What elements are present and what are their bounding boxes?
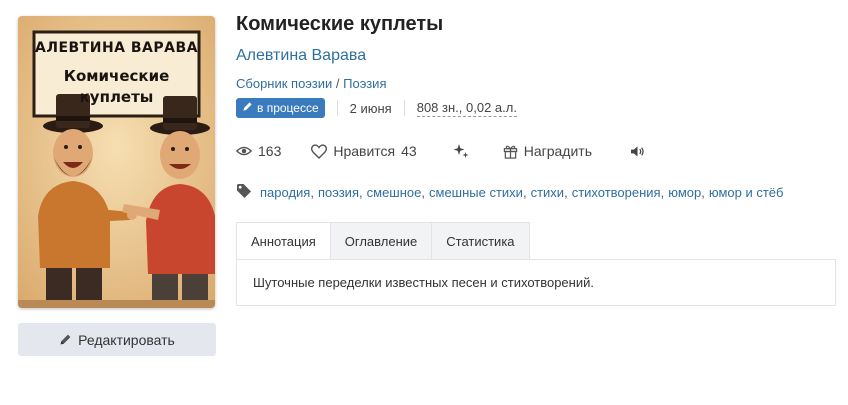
book-title: Комические куплеты xyxy=(236,13,444,35)
speaker-icon xyxy=(630,145,645,158)
like-label: Нравится xyxy=(333,143,396,159)
edit-button[interactable]: Редактировать xyxy=(18,323,216,356)
tag-list: пародия, поэзия, смешное, смешные стихи,… xyxy=(260,185,783,200)
tab-annotation[interactable]: Аннотация xyxy=(236,222,331,260)
reward-button[interactable]: Наградить xyxy=(503,143,592,159)
book-tabs: Аннотация Оглавление Статистика xyxy=(236,222,530,260)
tag-link[interactable]: юмор xyxy=(668,185,701,200)
likes-count: 43 xyxy=(401,143,417,159)
tag-comma: , xyxy=(522,184,527,200)
meta-divider xyxy=(403,100,405,116)
tab-contents[interactable]: Оглавление xyxy=(330,222,433,260)
genre-prefix-link[interactable]: Сборник поэзии xyxy=(236,76,332,91)
genre-link[interactable]: Поэзия xyxy=(343,76,386,91)
tag-link[interactable]: поэзия xyxy=(318,185,359,200)
annotation-panel: Шуточные переделки известных песен и сти… xyxy=(236,259,836,306)
tag-link[interactable]: юмор и стёб xyxy=(709,185,784,200)
gift-icon xyxy=(503,144,518,159)
views-stat: 163 xyxy=(236,143,281,159)
heart-icon xyxy=(311,143,328,159)
cover-illustration xyxy=(18,16,215,308)
book-size[interactable]: 808 зн., 0,02 а.л. xyxy=(416,100,517,117)
annotation-text: Шуточные переделки известных песен и сти… xyxy=(253,275,594,290)
tag-comma: , xyxy=(421,184,425,200)
cover-title-line-2: куплеты xyxy=(79,88,154,106)
tag-link[interactable]: смешное xyxy=(367,185,422,200)
edit-button-label: Редактировать xyxy=(78,331,175,348)
status-label: в процессе xyxy=(257,101,319,115)
tag-link[interactable]: смешные стихи xyxy=(429,185,523,200)
sparkles-icon xyxy=(453,143,469,159)
tag-comma: , xyxy=(564,184,568,200)
tag-link[interactable]: пародия xyxy=(260,185,310,200)
eye-icon xyxy=(236,145,252,157)
cover-title-line-1: Комические xyxy=(63,67,170,85)
pencil-icon xyxy=(242,101,253,115)
tag-comma: , xyxy=(359,184,363,200)
tab-statistics[interactable]: Статистика xyxy=(432,222,530,260)
sparkles-button[interactable] xyxy=(453,143,469,159)
reward-label: Наградить xyxy=(523,143,592,159)
meta-divider xyxy=(336,100,338,116)
book-meta: в процессе 2 июня 808 зн., 0,02 а.л. xyxy=(236,97,517,119)
book-cover[interactable]: АЛЕВТИНА ВАРАВА Комические куплеты xyxy=(18,16,215,308)
tag-link[interactable]: стихи xyxy=(531,185,564,200)
cover-title-text: Комические куплеты xyxy=(18,66,215,108)
stats-row: 163 Нравится 43 Наградить xyxy=(236,140,645,162)
pencil-icon xyxy=(59,333,72,346)
views-count: 163 xyxy=(258,143,282,159)
tag-comma: , xyxy=(310,184,314,200)
tags-row: пародия, поэзия, смешное, смешные стихи,… xyxy=(236,182,783,202)
tag-link[interactable]: стихотворения xyxy=(572,185,661,200)
author-link[interactable]: Алевтина Варава xyxy=(236,47,366,65)
update-date: 2 июня xyxy=(349,100,392,116)
speaker-button[interactable] xyxy=(630,145,645,158)
cover-author-text: АЛЕВТИНА ВАРАВА xyxy=(35,40,198,56)
genre-line: Сборник поэзии / Поэзия xyxy=(236,76,386,91)
like-button[interactable]: Нравится 43 xyxy=(311,143,417,159)
genre-separator: / xyxy=(335,76,340,91)
tag-comma: , xyxy=(701,184,705,200)
tag-comma: , xyxy=(660,184,665,200)
status-badge: в процессе xyxy=(236,98,325,118)
tag-icon xyxy=(236,183,252,202)
